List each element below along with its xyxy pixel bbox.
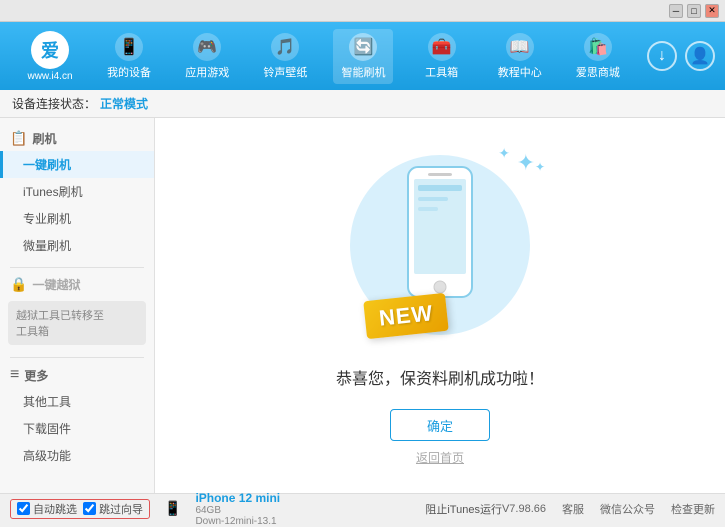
nav-item-smart-flash[interactable]: 🔄 智能刷机: [333, 29, 393, 84]
jailbreak-section-title: 🔒 一键越狱: [0, 272, 154, 297]
more-section-label: 更多: [24, 367, 48, 384]
itunes-flash-label: iTunes刷机: [23, 185, 83, 199]
nav-item-mall[interactable]: 🛍️ 爱思商城: [568, 29, 628, 84]
nav-item-my-device[interactable]: 📱 我的设备: [99, 29, 159, 84]
sidebar-section-flash: 📋 刷机 一键刷机 iTunes刷机 专业刷机 微量刷机: [0, 126, 154, 259]
one-click-flash-label: 一键刷机: [23, 158, 71, 172]
sidebar-item-advanced[interactable]: 高级功能: [0, 442, 154, 469]
auto-jump-label: 自动跳选: [33, 501, 77, 517]
sidebar-item-one-click-flash[interactable]: 一键刷机: [0, 151, 154, 178]
close-button[interactable]: ✕: [705, 4, 719, 18]
sidebar-section-jailbreak: 🔒 一键越狱 越狱工具已转移至 工具箱: [0, 272, 154, 349]
more-section-icon: ≡: [10, 366, 19, 384]
sparkle2-icon: ✦: [498, 145, 510, 162]
status-value: 正常模式: [100, 95, 148, 112]
confirm-button[interactable]: 确定: [390, 409, 490, 441]
check-update-link[interactable]: 检查更新: [671, 501, 715, 517]
back-home-link[interactable]: 返回首页: [416, 449, 464, 466]
device-model: Down-12mini-13.1: [195, 516, 280, 527]
stop-itunes-button[interactable]: 阻止iTunes运行: [425, 501, 502, 517]
user-button[interactable]: 👤: [685, 41, 715, 71]
apps-games-icon: 🎮: [193, 33, 221, 61]
other-tools-label: 其他工具: [23, 395, 71, 409]
sidebar-item-save-flash[interactable]: 微量刷机: [0, 232, 154, 259]
sparkle3-icon: ✦: [535, 160, 545, 174]
flash-section-icon: 📋: [10, 130, 27, 147]
bottom-right: V7.98.66 客服 微信公众号 检查更新: [502, 501, 715, 517]
ringtones-icon: 🎵: [271, 33, 299, 61]
sidebar-divider-2: [10, 357, 144, 358]
mall-label: 爱思商城: [576, 64, 620, 80]
tutorial-label: 教程中心: [498, 64, 542, 80]
phone-illustration: NEW ✦ ✦ ✦: [340, 145, 540, 345]
save-flash-label: 微量刷机: [23, 239, 71, 253]
version-label: V7.98.66: [502, 503, 546, 515]
sidebar-divider-1: [10, 267, 144, 268]
toolbox-icon: 🧰: [428, 33, 456, 61]
more-section-title: ≡ 更多: [0, 362, 154, 388]
nav-item-ringtones[interactable]: 🎵 铃声壁纸: [255, 29, 315, 84]
device-storage: 64GB: [195, 505, 280, 516]
sidebar-item-pro-flash[interactable]: 专业刷机: [0, 205, 154, 232]
customer-service-link[interactable]: 客服: [562, 501, 584, 517]
maximize-button[interactable]: □: [687, 4, 701, 18]
window-controls[interactable]: ─ □ ✕: [669, 4, 719, 18]
download-firmware-label: 下载固件: [23, 422, 71, 436]
skip-guide-checkbox-item[interactable]: 跳过向导: [83, 501, 143, 517]
download-button[interactable]: ↓: [647, 41, 677, 71]
tutorial-icon: 📖: [506, 33, 534, 61]
nav-item-apps-games[interactable]: 🎮 应用游戏: [177, 29, 237, 84]
apps-games-label: 应用游戏: [185, 64, 229, 80]
smart-flash-icon: 🔄: [349, 33, 377, 61]
wechat-link[interactable]: 微信公众号: [600, 501, 655, 517]
device-info: iPhone 12 mini 64GB Down-12mini-13.1: [195, 491, 280, 527]
nav-items: 📱 我的设备 🎮 应用游戏 🎵 铃声壁纸 🔄 智能刷机 🧰 工具箱 📖 教程中心…: [90, 29, 637, 84]
sidebar-section-more: ≡ 更多 其他工具 下载固件 高级功能: [0, 362, 154, 469]
nav-item-toolbox[interactable]: 🧰 工具箱: [412, 29, 472, 84]
title-bar: ─ □ ✕: [0, 0, 725, 22]
flash-section-label: 刷机: [32, 130, 56, 147]
sidebar-item-itunes-flash[interactable]: iTunes刷机: [0, 178, 154, 205]
jailbreak-notice-box: 越狱工具已转移至 工具箱: [8, 301, 146, 345]
device-phone-icon: 📱: [164, 500, 181, 517]
phone-svg: [400, 165, 480, 308]
sparkles-icon: ✦: [517, 150, 535, 176]
bottom-left: 自动跳选 跳过向导 📱 iPhone 12 mini 64GB Down-12m…: [10, 491, 425, 527]
logo-area: 爱 www.i4.cn: [10, 31, 90, 82]
success-text: 恭喜您，保资料刷机成功啦！: [336, 365, 544, 389]
bottom-bar: 自动跳选 跳过向导 📱 iPhone 12 mini 64GB Down-12m…: [0, 493, 725, 523]
my-device-label: 我的设备: [107, 64, 151, 80]
auto-jump-checkbox-item[interactable]: 自动跳选: [17, 501, 77, 517]
sidebar-item-other-tools[interactable]: 其他工具: [0, 388, 154, 415]
logo-subtext: www.i4.cn: [27, 71, 72, 82]
sidebar-item-download-firmware[interactable]: 下载固件: [0, 415, 154, 442]
logo-icon: 爱: [31, 31, 69, 69]
jailbreak-label: 一键越狱: [32, 276, 80, 293]
smart-flash-label: 智能刷机: [341, 64, 385, 80]
main-content: 📋 刷机 一键刷机 iTunes刷机 专业刷机 微量刷机 🔒 一键越狱: [0, 118, 725, 493]
stop-itunes-label: 阻止iTunes运行: [425, 501, 502, 517]
sidebar-section-title-flash: 📋 刷机: [0, 126, 154, 151]
nav-right-buttons: ↓ 👤: [647, 41, 715, 71]
toolbox-label: 工具箱: [425, 64, 458, 80]
skip-guide-label: 跳过向导: [99, 501, 143, 517]
sidebar: 📋 刷机 一键刷机 iTunes刷机 专业刷机 微量刷机 🔒 一键越狱: [0, 118, 155, 493]
top-navigation: 爱 www.i4.cn 📱 我的设备 🎮 应用游戏 🎵 铃声壁纸 🔄 智能刷机 …: [0, 22, 725, 90]
skip-guide-checkbox[interactable]: [83, 502, 96, 515]
pro-flash-label: 专业刷机: [23, 212, 71, 226]
advanced-label: 高级功能: [23, 449, 71, 463]
nav-item-tutorial[interactable]: 📖 教程中心: [490, 29, 550, 84]
center-content: NEW ✦ ✦ ✦ 恭喜您，保资料刷机成功啦！ 确定 返回首页: [155, 118, 725, 493]
jailbreak-notice-text: 越狱工具已转移至 工具箱: [16, 307, 104, 339]
status-label: 设备连接状态：: [12, 95, 96, 112]
lock-icon: 🔒: [10, 276, 27, 293]
ringtones-label: 铃声壁纸: [263, 64, 307, 80]
status-bar: 设备连接状态： 正常模式: [0, 90, 725, 118]
auto-jump-checkbox[interactable]: [17, 502, 30, 515]
minimize-button[interactable]: ─: [669, 4, 683, 18]
my-device-icon: 📱: [115, 33, 143, 61]
mall-icon: 🛍️: [584, 33, 612, 61]
